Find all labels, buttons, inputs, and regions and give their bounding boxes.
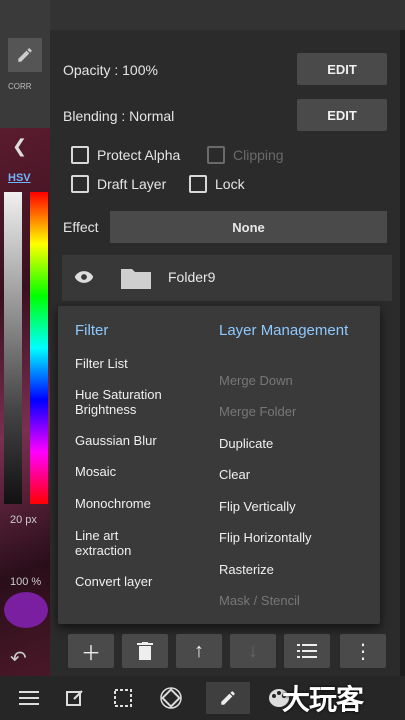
layer-list-button[interactable] <box>284 634 330 668</box>
effect-select-button[interactable]: None <box>110 211 387 243</box>
collapse-arrow-icon[interactable]: ❮ <box>12 136 27 157</box>
brush-tool-button[interactable] <box>206 682 250 714</box>
move-layer-down-button[interactable]: ↓ <box>230 634 276 668</box>
color-mode-tab[interactable]: HSV <box>8 172 31 184</box>
opacity-label: Opacity : 100% <box>63 62 158 78</box>
menu-item-monochrome[interactable]: Monochrome <box>75 496 151 511</box>
opacity-edit-button[interactable]: EDIT <box>297 53 387 85</box>
menu-item-duplicate[interactable]: Duplicate <box>219 436 273 451</box>
menu-item-line-art[interactable]: Line art extraction <box>75 528 175 558</box>
menu-item-convert-layer[interactable]: Convert layer <box>75 574 152 589</box>
value-slider[interactable] <box>4 192 22 504</box>
layer-management-heading: Layer Management <box>219 322 349 339</box>
menu-item-mosaic[interactable]: Mosaic <box>75 464 116 479</box>
layer-menu-popup: Filter Filter List Hue Saturation Bright… <box>58 306 380 624</box>
delete-layer-button[interactable] <box>122 634 168 668</box>
arrow-down-icon: ↓ <box>248 639 258 662</box>
more-options-button[interactable]: ⋮ <box>340 634 386 668</box>
filter-heading: Filter <box>75 322 109 339</box>
panel-header <box>50 0 405 30</box>
checkbox-box[interactable] <box>189 175 207 193</box>
menu-item-clear[interactable]: Clear <box>219 467 250 482</box>
layer-row[interactable]: Folder9 <box>62 255 392 301</box>
canvas-strip[interactable]: CORR ❮ HSV 20 px 100 % ↶ <box>0 0 50 676</box>
rotate-icon <box>160 687 182 709</box>
lock-checkbox[interactable]: Lock <box>189 175 245 193</box>
main-menu-button[interactable] <box>12 682 46 714</box>
select-icon <box>114 689 132 707</box>
clipping-label: Clipping <box>233 147 284 163</box>
undo-icon[interactable]: ↶ <box>10 646 27 671</box>
effect-label: Effect <box>63 219 99 235</box>
menu-item-hsb[interactable]: Hue Saturation Brightness <box>75 387 195 417</box>
menu-item-gaussian-blur[interactable]: Gaussian Blur <box>75 433 157 448</box>
lock-label: Lock <box>215 176 245 192</box>
blending-label: Blending : Normal <box>63 108 175 124</box>
current-color-swatch[interactable] <box>4 592 48 628</box>
add-layer-button[interactable]: ＋ <box>68 634 114 668</box>
clipping-checkbox[interactable]: Clipping <box>207 146 284 164</box>
brush-opacity-label: 100 % <box>10 576 42 588</box>
selection-button[interactable] <box>106 682 140 714</box>
list-icon <box>297 644 317 658</box>
pencil-icon <box>18 48 32 62</box>
layer-toolbar: ＋ ↑ ↓ ⋮ <box>62 630 392 672</box>
add-icon: ＋ <box>81 642 101 665</box>
edit-icon <box>66 690 83 706</box>
correction-label[interactable]: CORR <box>8 82 50 91</box>
watermark-logo: 大玩客 <box>282 683 364 716</box>
move-layer-up-button[interactable]: ↑ <box>176 634 222 668</box>
checkbox-box[interactable] <box>207 146 225 164</box>
checkbox-box[interactable] <box>71 175 89 193</box>
blending-edit-button[interactable]: EDIT <box>297 99 387 131</box>
hue-slider[interactable] <box>30 192 48 504</box>
menu-item-rasterize[interactable]: Rasterize <box>219 562 274 577</box>
menu-item-mask-stencil[interactable]: Mask / Stencil <box>219 593 300 608</box>
menu-item-merge-down[interactable]: Merge Down <box>219 373 293 388</box>
eye-icon[interactable] <box>74 269 94 285</box>
edit-button[interactable] <box>58 682 92 714</box>
menu-item-merge-folder[interactable]: Merge Folder <box>219 404 296 419</box>
protect-alpha-label: Protect Alpha <box>97 147 181 163</box>
layer-name: Folder9 <box>168 269 216 285</box>
menu-item-filter-list[interactable]: Filter List <box>75 356 128 371</box>
menu-item-flip-horizontally[interactable]: Flip Horizontally <box>219 530 311 545</box>
arrow-up-icon: ↑ <box>194 639 204 662</box>
checkbox-box[interactable] <box>71 146 89 164</box>
draft-layer-checkbox[interactable]: Draft Layer <box>71 175 166 193</box>
menu-icon <box>19 691 39 705</box>
menu-item-flip-vertically[interactable]: Flip Vertically <box>219 499 296 514</box>
pen-icon <box>221 691 235 705</box>
draft-layer-label: Draft Layer <box>97 176 167 192</box>
protect-alpha-checkbox[interactable]: Protect Alpha <box>71 146 180 164</box>
transform-button[interactable] <box>154 682 188 714</box>
trash-icon <box>137 642 153 660</box>
more-vert-icon: ⋮ <box>353 640 373 663</box>
pen-tool-button[interactable] <box>8 38 42 72</box>
folder-icon <box>121 269 151 289</box>
brush-size-label: 20 px <box>10 514 37 526</box>
